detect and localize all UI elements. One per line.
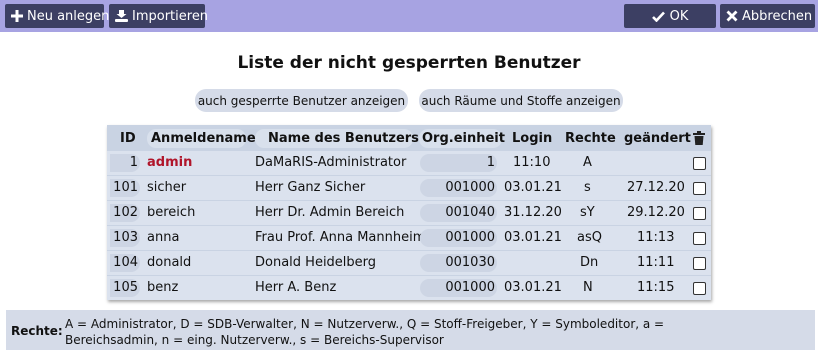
header-changed[interactable]: geändert [624,131,691,146]
delete-checkbox[interactable] [693,257,706,270]
show-rooms-and-substances-button[interactable]: auch Räume und Stoffe anzeigen [419,89,623,112]
delete-checkbox[interactable] [693,157,706,170]
cell-rights: asQ [577,230,602,245]
table-row[interactable]: 105 benz Herr A. Benz 001000 03.01.21 N … [107,276,711,300]
cell-org-unit: 001000 [420,179,497,197]
ok-button-label: OK [669,8,689,24]
cell-id: 104 [110,254,140,272]
trash-icon[interactable] [693,131,705,149]
cell-login-name[interactable]: anna [147,230,179,245]
user-table: ID Anmeldename Name des Benutzers Org.ei… [107,125,711,300]
cell-login-name[interactable]: donald [147,255,191,270]
cell-login: 03.01.21 [504,280,562,295]
cell-changed: 29.12.20 [627,205,685,220]
plus-icon [11,9,23,23]
table-row[interactable]: 104 donald Donald Heidelberg 001030 Dn 1… [107,251,711,275]
cell-rights: Dn [580,255,599,270]
cell-org-unit: 001000 [420,279,497,297]
cell-login-name[interactable]: benz [147,280,178,295]
cell-login: 03.01.21 [504,230,562,245]
ok-button[interactable]: OK [624,4,716,28]
cancel-button[interactable]: Abbrechen [720,4,815,28]
table-row[interactable]: 103 anna Frau Prof. Anna Mannheim 001000… [107,226,711,250]
x-icon [726,9,738,23]
cell-rights: s [584,180,591,195]
rights-legend-label: Rechte: [11,324,63,338]
show-locked-users-button[interactable]: auch gesperrte Benutzer anzeigen [195,89,408,112]
table-row[interactable]: 101 sicher Herr Ganz Sicher 001000 03.01… [107,176,711,200]
cell-login: 03.01.21 [504,180,562,195]
cell-user-name: Herr A. Benz [255,280,337,295]
cell-login: 31.12.20 [504,205,562,220]
rights-legend: Rechte: A = Administrator, D = SDB-Verwa… [6,310,815,350]
cell-changed: 11:11 [637,255,675,270]
cell-login-name[interactable]: bereich [147,205,195,220]
cell-id: 103 [110,229,140,247]
cell-org-unit: 001030 [420,254,497,272]
cell-user-name: Donald Heidelberg [255,255,377,270]
new-button-label: Neu anlegen [27,8,110,24]
cell-id: 105 [110,279,140,297]
cell-changed: 27.12.20 [627,180,685,195]
header-org-unit[interactable]: Org.einheit [422,131,505,146]
toolbar: Neu anlegen Importieren OK Abbrechen [0,0,818,32]
cell-id: 101 [110,179,140,197]
delete-checkbox[interactable] [693,282,706,295]
table-row[interactable]: 1 admin DaMaRIS-Administrator 1 11:10 A [107,151,711,175]
header-id[interactable]: ID [120,131,136,146]
cell-rights: A [583,155,592,170]
table-row[interactable]: 102 bereich Herr Dr. Admin Bereich 00104… [107,201,711,225]
new-button[interactable]: Neu anlegen [5,4,109,28]
cell-changed: 11:15 [637,280,675,295]
delete-checkbox[interactable] [693,232,706,245]
delete-checkbox[interactable] [693,182,706,195]
cell-rights: N [583,280,593,295]
import-icon [115,9,128,23]
cancel-button-label: Abbrechen [742,8,813,24]
cell-user-name: Herr Dr. Admin Bereich [255,205,405,220]
cell-login-name[interactable]: admin [147,155,192,170]
header-user-name[interactable]: Name des Benutzers [268,131,419,146]
page-title: Liste der nicht gesperrten Benutzer [237,53,581,73]
cell-id: 1 [110,154,140,172]
cell-login-name[interactable]: sicher [147,180,186,195]
cell-changed: 11:13 [637,230,675,245]
cell-org-unit: 1 [420,154,497,172]
header-login[interactable]: Login [512,131,552,146]
cell-org-unit: 001000 [420,229,497,247]
rights-legend-text: A = Administrator, D = SDB-Verwalter, N … [65,317,665,347]
cell-user-name: Frau Prof. Anna Mannheim [255,230,426,245]
header-login-name[interactable]: Anmeldename [151,131,256,146]
header-rights[interactable]: Rechte [565,131,616,146]
cell-user-name: Herr Ganz Sicher [255,180,366,195]
cell-user-name: DaMaRIS-Administrator [255,155,407,170]
cell-id: 102 [110,204,140,222]
import-button-label: Importieren [132,8,209,24]
cell-org-unit: 001040 [420,204,497,222]
cell-rights: sY [580,205,595,220]
delete-checkbox[interactable] [693,207,706,220]
check-icon [652,9,666,23]
cell-login: 11:10 [513,155,551,170]
import-button[interactable]: Importieren [109,4,209,28]
